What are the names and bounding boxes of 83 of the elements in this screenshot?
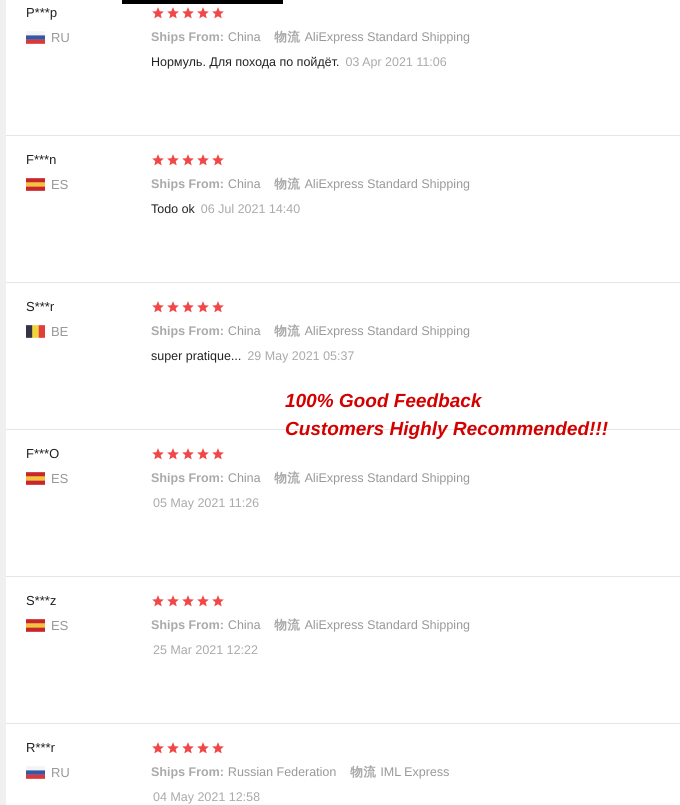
flag-icon bbox=[26, 31, 45, 44]
star-icon bbox=[151, 300, 165, 314]
reviewer-name: P***p bbox=[26, 4, 58, 22]
star-icon bbox=[181, 6, 195, 20]
star-icon bbox=[151, 153, 165, 167]
star-icon bbox=[196, 6, 210, 20]
country-code: RU bbox=[51, 29, 70, 47]
star-icon bbox=[151, 594, 165, 608]
ships-from-value: China bbox=[228, 470, 261, 487]
star-icon bbox=[196, 447, 210, 461]
star-icon bbox=[211, 153, 225, 167]
country-code: ES bbox=[51, 617, 68, 635]
country-code: ES bbox=[51, 176, 68, 194]
flag-icon bbox=[26, 178, 45, 191]
ships-from-label: Ships From: bbox=[151, 176, 224, 193]
reviewer-name: S***z bbox=[26, 592, 56, 610]
star-icon bbox=[211, 300, 225, 314]
review-date: 05 May 2021 11:26 bbox=[153, 495, 260, 512]
star-icon bbox=[196, 594, 210, 608]
star-icon bbox=[181, 153, 195, 167]
star-icon bbox=[151, 741, 165, 755]
country-code: ES bbox=[51, 470, 68, 488]
star-icon bbox=[211, 6, 225, 20]
logistics-value: AliExpress Standard Shipping bbox=[304, 176, 470, 193]
reviewer-name: R***r bbox=[26, 739, 55, 757]
logistics-value: AliExpress Standard Shipping bbox=[304, 323, 470, 340]
star-icon bbox=[211, 594, 225, 608]
star-icon bbox=[166, 153, 180, 167]
flag-icon bbox=[26, 619, 45, 632]
star-icon bbox=[166, 300, 180, 314]
promo-text: 100% Good Feedback bbox=[285, 390, 483, 414]
star-icon bbox=[211, 741, 225, 755]
logistics-label: 物流 bbox=[274, 29, 301, 46]
reviewer-name: S***r bbox=[26, 298, 54, 316]
reviewer-name: F***n bbox=[26, 151, 56, 169]
ships-from-label: Ships From: bbox=[151, 323, 224, 340]
star-icon bbox=[181, 447, 195, 461]
logistics-value: AliExpress Standard Shipping bbox=[304, 617, 470, 634]
country-code: BE bbox=[51, 323, 68, 341]
country-code: RU bbox=[51, 764, 70, 782]
reviewer-name: F***O bbox=[26, 445, 60, 463]
star-icon bbox=[211, 447, 225, 461]
star-icon bbox=[166, 741, 180, 755]
logistics-label: 物流 bbox=[274, 617, 301, 634]
logistics-label: 物流 bbox=[350, 764, 376, 781]
flag-icon bbox=[26, 766, 45, 779]
star-icon bbox=[166, 6, 180, 20]
ships-from-value: China bbox=[228, 617, 261, 634]
star-icon bbox=[181, 300, 195, 314]
star-icon bbox=[196, 741, 210, 755]
ships-from-label: Ships From: bbox=[151, 617, 224, 634]
logistics-value: AliExpress Standard Shipping bbox=[304, 29, 470, 46]
logistics-label: 物流 bbox=[274, 470, 301, 487]
logistics-label: 物流 bbox=[274, 176, 301, 193]
star-icon bbox=[196, 153, 210, 167]
ships-from-value: China bbox=[228, 323, 261, 340]
promo-text: Customers Highly Recommended!!! bbox=[285, 418, 608, 442]
star-icon bbox=[181, 594, 195, 608]
star-icon bbox=[166, 594, 180, 608]
ships-from-value: China bbox=[228, 29, 261, 46]
logistics-label: 物流 bbox=[274, 323, 301, 340]
ships-from-label: Ships From: bbox=[151, 29, 224, 46]
flag-icon bbox=[26, 325, 45, 338]
logistics-value: AliExpress Standard Shipping bbox=[304, 470, 470, 487]
star-icon bbox=[181, 741, 195, 755]
review-date: 04 May 2021 12:58 bbox=[153, 789, 260, 805]
review-date: 25 Mar 2021 12:22 bbox=[153, 642, 258, 659]
star-icon bbox=[166, 447, 180, 461]
ships-from-label: Ships From: bbox=[151, 470, 224, 487]
review-date: 06 Jul 2021 14:40 bbox=[200, 201, 300, 218]
ships-from-value: China bbox=[228, 176, 261, 193]
logistics-value: IML Express bbox=[380, 764, 450, 781]
ships-from-value: Russian Federation bbox=[228, 764, 336, 781]
star-icon bbox=[196, 300, 210, 314]
feedback-text: Нормуль. Для похода по пойдёт. bbox=[151, 54, 340, 71]
star-icon bbox=[151, 6, 165, 20]
feedback-text: super pratique... bbox=[151, 348, 242, 365]
star-icon bbox=[151, 447, 165, 461]
review-date: 03 Apr 2021 11:06 bbox=[345, 54, 447, 71]
ships-from-label: Ships From: bbox=[151, 764, 224, 781]
flag-icon bbox=[26, 472, 45, 485]
feedback-text: Todo ok bbox=[151, 201, 195, 218]
review-date: 29 May 2021 05:37 bbox=[247, 348, 354, 365]
